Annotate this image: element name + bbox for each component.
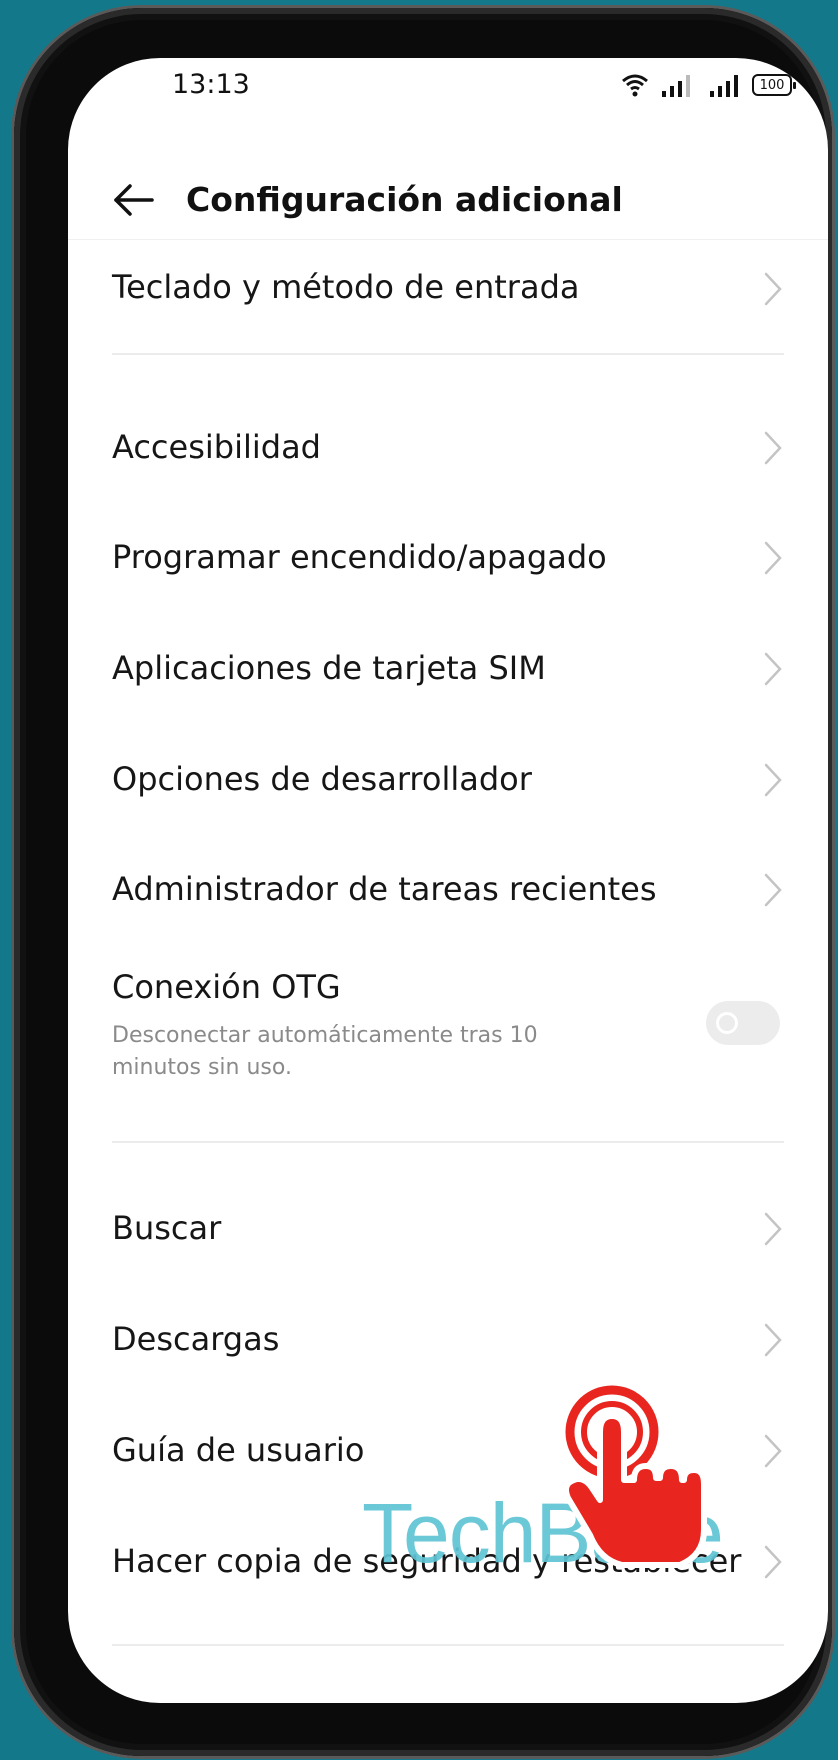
setting-accessibility[interactable]: Accesibilidad bbox=[68, 408, 828, 488]
setting-sim-apps[interactable]: Aplicaciones de tarjeta SIM bbox=[68, 629, 828, 709]
setting-developer-options[interactable]: Opciones de desarrollador bbox=[68, 740, 828, 820]
setting-label: Administrador de tareas recientes bbox=[112, 870, 657, 908]
status-bar: 13:13 100 bbox=[68, 58, 828, 138]
section-divider bbox=[112, 353, 784, 355]
page-title: Configuración adicional bbox=[186, 180, 623, 219]
appbar-divider bbox=[68, 239, 828, 240]
setting-user-guide[interactable]: Guía de usuario bbox=[68, 1411, 828, 1491]
setting-description: Desconectar automáticamente tras 10 minu… bbox=[112, 1023, 538, 1080]
wifi-icon bbox=[622, 74, 648, 97]
otg-toggle[interactable] bbox=[706, 1001, 780, 1045]
chevron-right-icon bbox=[764, 541, 782, 575]
setting-label: Opciones de desarrollador bbox=[112, 760, 532, 798]
signal-icon bbox=[662, 75, 690, 97]
chevron-right-icon bbox=[764, 1323, 782, 1357]
battery-icon: 100 bbox=[752, 74, 796, 96]
setting-label: Conexión OTG bbox=[112, 968, 341, 1006]
setting-label: Buscar bbox=[112, 1209, 222, 1247]
setting-recent-tasks[interactable]: Administrador de tareas recientes bbox=[68, 850, 828, 930]
setting-search[interactable]: Buscar bbox=[68, 1189, 828, 1269]
setting-keyboard-input[interactable]: Teclado y método de entrada bbox=[68, 258, 828, 318]
app-bar: Configuración adicional bbox=[68, 166, 828, 238]
setting-label: Programar encendido/apagado bbox=[112, 538, 607, 576]
setting-label: Guía de usuario bbox=[112, 1431, 365, 1469]
setting-label: Accesibilidad bbox=[112, 428, 321, 466]
setting-label: Aplicaciones de tarjeta SIM bbox=[112, 649, 546, 687]
setting-schedule-power[interactable]: Programar encendido/apagado bbox=[68, 518, 828, 598]
chevron-right-icon bbox=[764, 763, 782, 797]
chevron-right-icon bbox=[764, 431, 782, 465]
battery-level: 100 bbox=[759, 77, 785, 93]
toggle-knob bbox=[716, 1012, 738, 1034]
setting-downloads[interactable]: Descargas bbox=[68, 1300, 828, 1380]
chevron-right-icon bbox=[764, 1545, 782, 1579]
setting-otg: Conexión OTG Desconectar automáticamente… bbox=[68, 958, 828, 1148]
chevron-right-icon bbox=[764, 1212, 782, 1246]
signal-icon bbox=[710, 75, 738, 97]
chevron-right-icon bbox=[764, 652, 782, 686]
status-time: 13:13 bbox=[172, 69, 250, 100]
tap-hand-icon bbox=[563, 1385, 707, 1568]
setting-label: Descargas bbox=[112, 1320, 280, 1358]
section-divider bbox=[112, 1644, 784, 1646]
section-divider bbox=[112, 1141, 784, 1143]
status-icons: 100 bbox=[620, 72, 796, 98]
phone-screen: 13:13 100 Configuración adicional Teclad… bbox=[68, 58, 828, 1703]
chevron-right-icon bbox=[764, 272, 782, 306]
arrow-left-icon[interactable] bbox=[108, 174, 160, 226]
chevron-right-icon bbox=[764, 873, 782, 907]
chevron-right-icon bbox=[764, 1434, 782, 1468]
setting-label: Teclado y método de entrada bbox=[112, 268, 580, 306]
